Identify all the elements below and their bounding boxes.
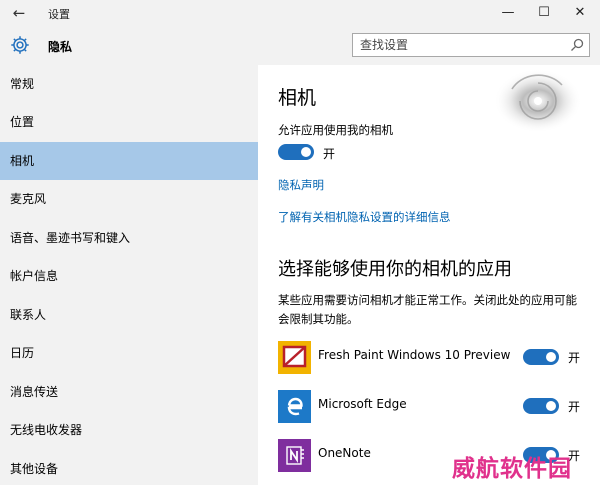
close-button[interactable]: ✕ xyxy=(565,2,595,24)
app-name: Microsoft Edge xyxy=(318,397,407,411)
apps-heading: 选择能够使用你的相机的应用 xyxy=(278,259,512,280)
fresh-paint-icon xyxy=(278,341,311,374)
app-row-fresh-paint: Fresh Paint Windows 10 Preview 开 xyxy=(258,341,600,381)
sidebar-item-contacts[interactable]: 联系人 xyxy=(0,296,258,334)
sidebar-item-messaging[interactable]: 消息传送 xyxy=(0,373,258,411)
search-input[interactable] xyxy=(353,34,563,56)
allow-camera-toggle-state: 开 xyxy=(323,147,336,161)
watermark-swirl-image xyxy=(494,69,582,133)
learn-more-link[interactable]: 了解有关相机隐私设置的详细信息 xyxy=(278,209,451,225)
sidebar-item-calendar[interactable]: 日历 xyxy=(0,334,258,372)
fresh-paint-toggle[interactable] xyxy=(523,349,559,365)
toggle-knob xyxy=(301,147,311,157)
allow-camera-label: 允许应用使用我的相机 xyxy=(278,123,393,137)
edge-icon xyxy=(278,390,311,423)
sidebar-item-account-info[interactable]: 帐户信息 xyxy=(0,257,258,295)
sidebar-item-other-devices[interactable]: 其他设备 xyxy=(0,450,258,485)
camera-heading: 相机 xyxy=(278,87,317,109)
search-icon[interactable] xyxy=(569,37,585,53)
back-arrow-icon[interactable]: ← xyxy=(8,3,30,23)
search-box[interactable] xyxy=(352,33,590,57)
settings-header: 隐私 xyxy=(0,26,600,65)
apps-description: 某些应用需要访问相机才能正常工作。关闭此处的应用可能会限制其功能。 xyxy=(278,293,577,326)
page-title: 隐私 xyxy=(48,40,73,54)
gear-icon xyxy=(11,36,29,54)
minimize-button[interactable]: — xyxy=(493,2,523,24)
sidebar-item-general[interactable]: 常规 xyxy=(0,65,258,103)
toggle-knob xyxy=(546,352,556,362)
privacy-statement-link[interactable]: 隐私声明 xyxy=(278,177,324,193)
sidebar-item-radios[interactable]: 无线电收发器 xyxy=(0,411,258,449)
title-bar: ← 设置 — ☐ ✕ xyxy=(0,0,600,26)
edge-toggle[interactable] xyxy=(523,398,559,414)
site-watermark: 威航软件园 xyxy=(452,455,572,482)
app-name: OneNote xyxy=(318,446,371,460)
app-name: Fresh Paint Windows 10 Preview xyxy=(318,348,511,362)
sidebar-item-location[interactable]: 位置 xyxy=(0,103,258,141)
window-title: 设置 xyxy=(48,8,70,21)
main-content: 相机 允许应用使用我的相机 开 隐私声明 了解有关相机隐私设置的详细信息 选择能… xyxy=(258,65,600,485)
sidebar: 常规 位置 相机 麦克风 语音、墨迹书写和键入 帐户信息 联系人 日历 消息传送… xyxy=(0,65,258,485)
sidebar-item-speech-inking-typing[interactable]: 语音、墨迹书写和键入 xyxy=(0,219,258,257)
toggle-knob xyxy=(546,401,556,411)
app-row-edge: Microsoft Edge 开 xyxy=(258,390,600,430)
maximize-button[interactable]: ☐ xyxy=(529,2,559,24)
edge-toggle-state: 开 xyxy=(568,400,581,414)
fresh-paint-toggle-state: 开 xyxy=(568,351,581,365)
allow-camera-toggle[interactable] xyxy=(278,144,314,160)
onenote-icon xyxy=(278,439,311,472)
sidebar-item-camera[interactable]: 相机 xyxy=(0,142,258,180)
sidebar-item-microphone[interactable]: 麦克风 xyxy=(0,180,258,218)
